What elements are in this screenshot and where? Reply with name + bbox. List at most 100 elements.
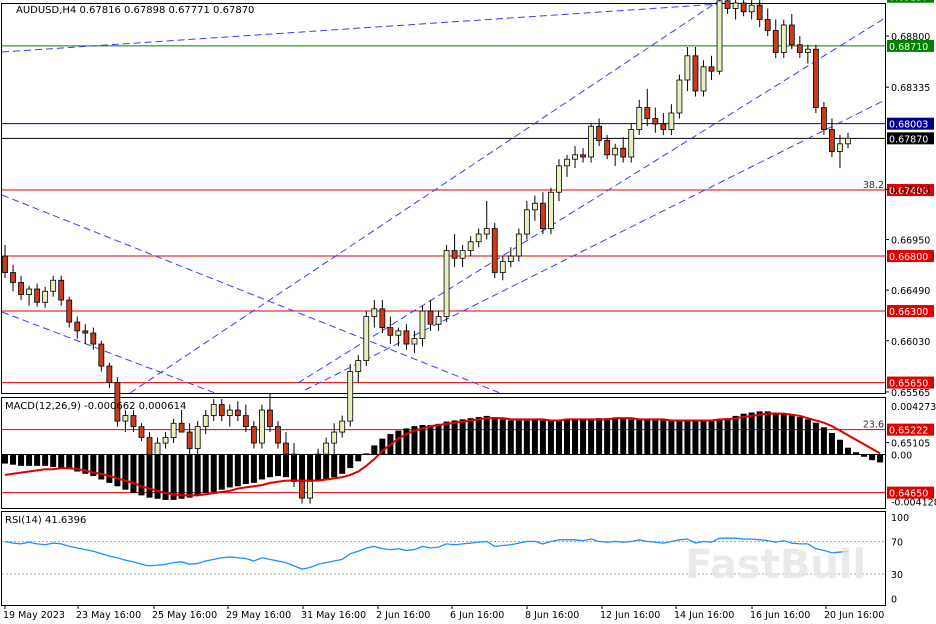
price-chart[interactable]: 0.6915750.00.687100.680030.678700.674003… [0, 0, 936, 624]
candle-body[interactable] [796, 44, 803, 53]
candle-body[interactable] [804, 48, 811, 53]
candle-body[interactable] [676, 79, 683, 114]
candle-body[interactable] [748, 4, 755, 13]
candle-body[interactable] [98, 343, 105, 367]
candle-body[interactable] [644, 107, 651, 119]
candle-body[interactable] [652, 118, 659, 125]
candle-body[interactable] [34, 288, 41, 303]
candle-body[interactable] [531, 202, 538, 211]
candle-body[interactable] [259, 409, 265, 444]
candle-body[interactable] [475, 233, 482, 243]
candle-body[interactable] [483, 228, 490, 235]
candle-body[interactable] [716, 0, 723, 72]
candle-body[interactable] [507, 255, 514, 262]
candle-body[interactable] [580, 154, 586, 158]
candle-body[interactable] [299, 481, 305, 499]
candle-body[interactable] [459, 250, 466, 259]
candle-body[interactable] [42, 290, 49, 303]
candle-body[interactable] [515, 233, 522, 257]
candle-body[interactable] [122, 415, 129, 422]
candle-body[interactable] [339, 420, 346, 433]
candle-body[interactable] [283, 442, 289, 455]
candle-body[interactable] [194, 426, 201, 449]
candle-body[interactable] [371, 308, 378, 317]
candle-body[interactable] [395, 330, 402, 336]
candle-body[interactable] [242, 415, 249, 427]
candle-body[interactable] [740, 2, 747, 13]
candle-body[interactable] [692, 55, 699, 92]
candle-body[interactable] [210, 404, 217, 416]
candle-body[interactable] [604, 140, 611, 156]
candle-body[interactable] [451, 250, 458, 259]
candle-body[interactable] [764, 19, 771, 31]
candle-body[interactable] [363, 316, 370, 361]
candle-body[interactable] [732, 2, 739, 9]
candle-body[interactable] [178, 422, 185, 433]
candle-body[interactable] [275, 426, 281, 444]
candle-body[interactable] [684, 55, 691, 81]
candle-body[interactable] [419, 310, 426, 339]
candle-body[interactable] [427, 310, 434, 325]
candle-body[interactable] [837, 143, 843, 152]
candle-body[interactable] [443, 250, 450, 317]
candle-body[interactable] [403, 330, 410, 345]
candle-body[interactable] [620, 147, 627, 158]
candle-body[interactable] [66, 299, 73, 323]
candle-body[interactable] [186, 431, 193, 449]
candle-body[interactable] [435, 316, 442, 325]
candle-body[interactable] [572, 154, 578, 160]
candle-body[interactable] [411, 338, 418, 345]
candle-body[interactable] [202, 415, 209, 427]
candle-body[interactable] [548, 191, 554, 229]
candle-body[interactable] [218, 404, 225, 416]
candle-body[interactable] [250, 426, 257, 444]
candle-body[interactable] [170, 422, 177, 438]
candle-body[interactable] [130, 415, 137, 427]
candle-body[interactable] [708, 66, 715, 72]
candle-body[interactable] [499, 261, 506, 273]
candle-body[interactable] [106, 365, 113, 383]
candle-body[interactable] [628, 129, 635, 158]
candle-body[interactable] [10, 272, 16, 283]
candle-body[interactable] [556, 165, 562, 193]
candle-body[interactable] [162, 437, 169, 444]
candle-body[interactable] [636, 107, 643, 130]
candle-body[interactable] [331, 431, 338, 444]
candle-body[interactable] [724, 0, 731, 9]
candle-body[interactable] [267, 409, 273, 427]
candle-body[interactable] [540, 202, 546, 229]
candle-body[interactable] [355, 360, 362, 372]
candle-body[interactable] [90, 332, 97, 345]
candle-body[interactable] [226, 409, 233, 416]
candle-body[interactable] [660, 123, 667, 130]
candle-body[interactable] [612, 147, 619, 156]
candle-body[interactable] [668, 112, 675, 130]
candle-body[interactable] [58, 279, 65, 301]
candle-body[interactable] [772, 30, 779, 53]
candle-body[interactable] [829, 129, 835, 152]
candle-body[interactable] [788, 24, 795, 46]
candle-body[interactable] [82, 330, 89, 334]
candle-body[interactable] [756, 4, 763, 20]
candle-body[interactable] [700, 66, 707, 92]
candle-body[interactable] [596, 125, 603, 141]
candle-body[interactable] [387, 327, 394, 336]
candle-body[interactable] [323, 442, 330, 455]
candle-body[interactable] [2, 255, 8, 273]
candle-body[interactable] [588, 125, 594, 158]
candle-body[interactable] [821, 107, 827, 130]
candle-body[interactable] [845, 137, 851, 145]
candle-body[interactable] [379, 308, 386, 328]
candle-body[interactable] [347, 371, 354, 422]
candle-body[interactable] [50, 279, 57, 292]
candle-body[interactable] [812, 48, 819, 108]
candle-body[interactable] [564, 158, 570, 167]
candle-body[interactable] [138, 426, 145, 438]
candle-body[interactable] [780, 24, 787, 53]
candle-body[interactable] [26, 288, 32, 295]
candle-body[interactable] [234, 409, 241, 416]
candle-body[interactable] [467, 241, 474, 251]
candle-body[interactable] [523, 209, 530, 235]
candle-body[interactable] [491, 228, 498, 273]
candle-body[interactable] [74, 321, 81, 332]
